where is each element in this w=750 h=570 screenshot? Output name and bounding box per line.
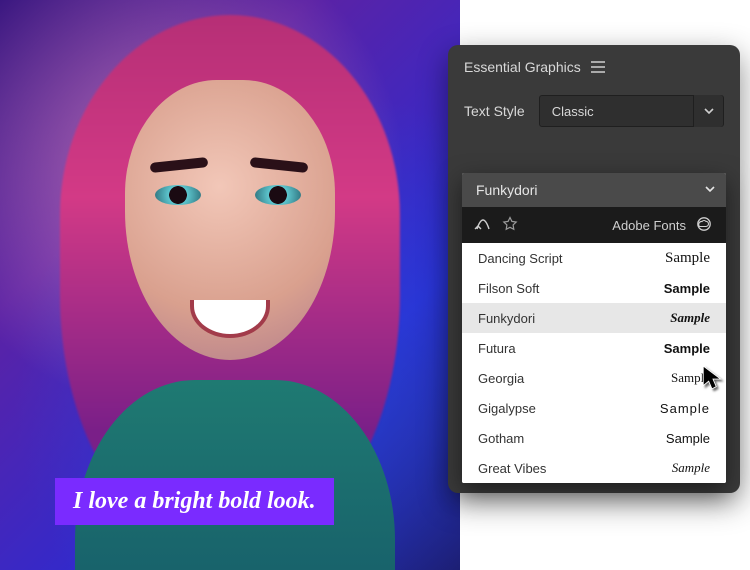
caption-text: I love a bright bold look. — [73, 488, 316, 514]
panel-title: Essential Graphics — [464, 59, 581, 75]
font-option-sample: Sample — [660, 401, 710, 416]
font-option-sample: Sample — [664, 341, 710, 356]
font-option-name: Gigalypse — [478, 401, 588, 416]
font-option[interactable]: Great Vibes Sample — [462, 453, 726, 483]
font-toolbar: Adobe Fonts — [462, 207, 726, 243]
font-option-sample: Sample — [671, 370, 710, 386]
font-option-sample: Sample — [670, 310, 710, 326]
illustration-eye — [155, 185, 201, 205]
font-option-name: Gotham — [478, 431, 588, 446]
font-option[interactable]: Futura Sample — [462, 333, 726, 363]
font-option-name: Funkydori — [478, 311, 588, 326]
font-list[interactable]: Dancing ScriptSampleFilson SoftSampleFun… — [462, 243, 726, 483]
font-option-name: Georgia — [478, 371, 588, 386]
favorite-star-icon[interactable] — [502, 216, 518, 235]
text-style-label: Text Style — [464, 103, 525, 119]
chevron-down-icon[interactable] — [704, 182, 716, 198]
font-option[interactable]: Dancing Script Sample — [462, 243, 726, 273]
font-option[interactable]: Filson Soft Sample — [462, 273, 726, 303]
filter-icon[interactable] — [474, 216, 492, 235]
text-style-row: Text Style Classic — [448, 89, 740, 145]
panel-header: Essential Graphics — [448, 45, 740, 89]
text-style-value: Classic — [552, 104, 594, 119]
text-style-select[interactable]: Classic — [539, 95, 724, 127]
font-current-value: Funkydori — [476, 182, 537, 198]
video-preview: I love a bright bold look. — [0, 0, 460, 570]
caption-overlay[interactable]: I love a bright bold look. — [55, 478, 334, 525]
adobe-fonts-label[interactable]: Adobe Fonts — [612, 218, 686, 233]
font-option-name: Dancing Script — [478, 251, 588, 266]
font-current-select[interactable]: Funkydori — [462, 173, 726, 207]
font-option-name: Filson Soft — [478, 281, 588, 296]
font-option-sample: Sample — [672, 460, 710, 476]
chevron-down-icon[interactable] — [693, 95, 723, 127]
creative-cloud-icon[interactable] — [694, 217, 714, 234]
illustration-eye — [255, 185, 301, 205]
font-picker: Funkydori Adobe Fonts — [462, 173, 726, 483]
font-option[interactable]: Funkydori Sample — [462, 303, 726, 333]
font-option-name: Great Vibes — [478, 461, 588, 476]
essential-graphics-panel: Essential Graphics Text Style Classic Fu… — [448, 45, 740, 493]
font-option[interactable]: Gotham Sample — [462, 423, 726, 453]
font-option[interactable]: Gigalypse Sample — [462, 393, 726, 423]
font-option-sample: Sample — [665, 250, 710, 267]
font-option-name: Futura — [478, 341, 588, 356]
font-option-sample: Sample — [666, 431, 710, 446]
font-option-sample: Sample — [664, 281, 710, 296]
font-option[interactable]: Georgia Sample — [462, 363, 726, 393]
panel-menu-icon[interactable] — [591, 61, 605, 73]
